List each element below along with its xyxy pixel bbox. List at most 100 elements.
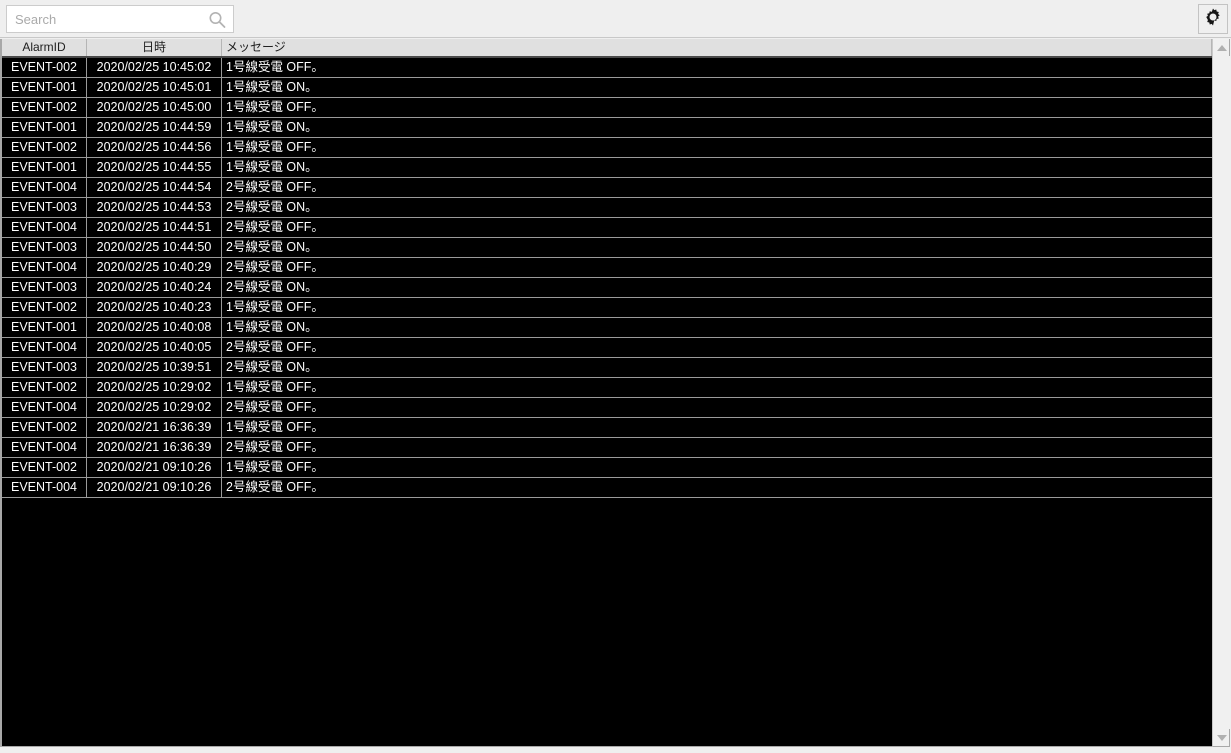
table-row[interactable]: EVENT-001 2020/02/25 10:44:55 1号線受電 ON。 — [2, 158, 1212, 178]
column-header-datetime[interactable]: 日時 — [87, 39, 222, 56]
table-row[interactable]: EVENT-003 2020/02/25 10:40:24 2号線受電 ON。 — [2, 278, 1212, 298]
search-box[interactable] — [6, 5, 234, 33]
cell-message: 2号線受電 OFF。 — [226, 340, 324, 354]
cell-message: 2号線受電 OFF。 — [226, 220, 324, 234]
scrollbar-up-button[interactable] — [1213, 39, 1230, 56]
alarm-table[interactable]: AlarmID 日時 メッセージ EVENT-002 2020/02/25 10:… — [0, 39, 1213, 747]
column-header-alarm-id[interactable]: AlarmID — [2, 39, 87, 56]
cell-alarm-id: EVENT-002 — [2, 298, 87, 317]
cell-message: 2号線受電 OFF。 — [226, 480, 324, 494]
cell-alarm-id: EVENT-004 — [2, 178, 87, 197]
table-row[interactable]: EVENT-004 2020/02/25 10:44:51 2号線受電 OFF。 — [2, 218, 1212, 238]
window-bottom-strip — [0, 747, 1231, 753]
cell-alarm-id: EVENT-001 — [2, 158, 87, 177]
cell-datetime: 2020/02/21 09:10:26 — [87, 478, 222, 497]
cell-datetime: 2020/02/25 10:40:29 — [87, 258, 222, 277]
cell-alarm-id: EVENT-001 — [2, 118, 87, 137]
table-row[interactable]: EVENT-002 2020/02/25 10:44:56 1号線受電 OFF。 — [2, 138, 1212, 158]
table-row[interactable]: EVENT-004 2020/02/25 10:40:29 2号線受電 OFF。 — [2, 258, 1212, 278]
cell-alarm-id: EVENT-001 — [2, 318, 87, 337]
cell-datetime: 2020/02/25 10:39:51 — [87, 358, 222, 377]
cell-alarm-id: EVENT-002 — [2, 98, 87, 117]
table-row[interactable]: EVENT-001 2020/02/25 10:44:59 1号線受電 ON。 — [2, 118, 1212, 138]
table-row[interactable]: EVENT-002 2020/02/25 10:45:00 1号線受電 OFF。 — [2, 98, 1212, 118]
cell-message: 1号線受電 OFF。 — [226, 60, 324, 74]
cell-message: 1号線受電 OFF。 — [226, 420, 324, 434]
cell-message: 1号線受電 OFF。 — [226, 140, 324, 154]
gear-icon — [1203, 7, 1223, 32]
cell-alarm-id: EVENT-004 — [2, 218, 87, 237]
cell-datetime: 2020/02/25 10:44:55 — [87, 158, 222, 177]
cell-message: 2号線受電 OFF。 — [226, 440, 324, 454]
table-row[interactable]: EVENT-001 2020/02/25 10:45:01 1号線受電 ON。 — [2, 78, 1212, 98]
cell-message: 2号線受電 OFF。 — [226, 260, 324, 274]
search-input[interactable] — [7, 6, 205, 32]
table-body: EVENT-002 2020/02/25 10:45:02 1号線受電 OFF。 EV… — [2, 58, 1212, 498]
cell-alarm-id: EVENT-004 — [2, 398, 87, 417]
cell-datetime: 2020/02/25 10:44:56 — [87, 138, 222, 157]
cell-alarm-id: EVENT-003 — [2, 358, 87, 377]
table-row[interactable]: EVENT-002 2020/02/25 10:40:23 1号線受電 OFF。 — [2, 298, 1212, 318]
table-row[interactable]: EVENT-004 2020/02/21 16:36:39 2号線受電 OFF。 — [2, 438, 1212, 458]
cell-datetime: 2020/02/21 16:36:39 — [87, 418, 222, 437]
cell-message: 2号線受電 ON。 — [226, 240, 318, 254]
cell-message: 2号線受電 OFF。 — [226, 180, 324, 194]
triangle-down-icon — [1216, 734, 1227, 741]
cell-message: 1号線受電 ON。 — [226, 80, 318, 94]
cell-datetime: 2020/02/25 10:44:53 — [87, 198, 222, 217]
triangle-up-icon — [1216, 44, 1227, 51]
table-row[interactable]: EVENT-004 2020/02/21 09:10:26 2号線受電 OFF。 — [2, 478, 1212, 498]
cell-datetime: 2020/02/25 10:44:50 — [87, 238, 222, 257]
table-header-row: AlarmID 日時 メッセージ — [2, 39, 1212, 58]
top-toolbar — [0, 0, 1231, 38]
cell-alarm-id: EVENT-003 — [2, 238, 87, 257]
cell-message: 1号線受電 ON。 — [226, 320, 318, 334]
table-row[interactable]: EVENT-003 2020/02/25 10:39:51 2号線受電 ON。 — [2, 358, 1212, 378]
settings-button[interactable] — [1198, 4, 1228, 34]
cell-datetime: 2020/02/25 10:44:59 — [87, 118, 222, 137]
column-header-message[interactable]: メッセージ — [222, 39, 1212, 56]
table-row[interactable]: EVENT-004 2020/02/25 10:29:02 2号線受電 OFF。 — [2, 398, 1212, 418]
cell-message: 1号線受電 OFF。 — [226, 100, 324, 114]
table-empty-area — [2, 498, 1212, 746]
cell-datetime: 2020/02/25 10:40:08 — [87, 318, 222, 337]
table-row[interactable]: EVENT-002 2020/02/21 16:36:39 1号線受電 OFF。 — [2, 418, 1212, 438]
cell-datetime: 2020/02/25 10:40:24 — [87, 278, 222, 297]
cell-message: 2号線受電 ON。 — [226, 200, 318, 214]
cell-alarm-id: EVENT-003 — [2, 198, 87, 217]
cell-message: 2号線受電 ON。 — [226, 280, 318, 294]
cell-datetime: 2020/02/25 10:29:02 — [87, 398, 222, 417]
cell-alarm-id: EVENT-002 — [2, 418, 87, 437]
table-row[interactable]: EVENT-004 2020/02/25 10:40:05 2号線受電 OFF。 — [2, 338, 1212, 358]
table-row[interactable]: EVENT-004 2020/02/25 10:44:54 2号線受電 OFF。 — [2, 178, 1212, 198]
cell-alarm-id: EVENT-003 — [2, 278, 87, 297]
cell-alarm-id: EVENT-004 — [2, 438, 87, 457]
alarm-table-area: AlarmID 日時 メッセージ EVENT-002 2020/02/25 10:… — [0, 39, 1231, 747]
table-row[interactable]: EVENT-001 2020/02/25 10:40:08 1号線受電 ON。 — [2, 318, 1212, 338]
cell-datetime: 2020/02/25 10:44:51 — [87, 218, 222, 237]
table-row[interactable]: EVENT-003 2020/02/25 10:44:50 2号線受電 ON。 — [2, 238, 1212, 258]
cell-alarm-id: EVENT-001 — [2, 78, 87, 97]
table-row[interactable]: EVENT-003 2020/02/25 10:44:53 2号線受電 ON。 — [2, 198, 1212, 218]
cell-datetime: 2020/02/25 10:45:02 — [87, 58, 222, 77]
cell-alarm-id: EVENT-004 — [2, 338, 87, 357]
table-row[interactable]: EVENT-002 2020/02/25 10:45:02 1号線受電 OFF。 — [2, 58, 1212, 78]
scrollbar-track[interactable] — [1213, 56, 1230, 729]
cell-alarm-id: EVENT-004 — [2, 478, 87, 497]
cell-message: 1号線受電 ON。 — [226, 120, 318, 134]
cell-message: 2号線受電 ON。 — [226, 360, 318, 374]
vertical-scrollbar[interactable] — [1212, 39, 1230, 747]
table-row[interactable]: EVENT-002 2020/02/21 09:10:26 1号線受電 OFF。 — [2, 458, 1212, 478]
cell-datetime: 2020/02/25 10:40:05 — [87, 338, 222, 357]
search-icon[interactable] — [207, 10, 227, 30]
cell-message: 1号線受電 ON。 — [226, 160, 318, 174]
cell-alarm-id: EVENT-002 — [2, 458, 87, 477]
cell-datetime: 2020/02/25 10:45:00 — [87, 98, 222, 117]
table-row[interactable]: EVENT-002 2020/02/25 10:29:02 1号線受電 OFF。 — [2, 378, 1212, 398]
cell-message: 2号線受電 OFF。 — [226, 400, 324, 414]
cell-datetime: 2020/02/21 16:36:39 — [87, 438, 222, 457]
cell-message: 1号線受電 OFF。 — [226, 380, 324, 394]
scrollbar-down-button[interactable] — [1213, 729, 1230, 746]
cell-message: 1号線受電 OFF。 — [226, 460, 324, 474]
cell-message: 1号線受電 OFF。 — [226, 300, 324, 314]
